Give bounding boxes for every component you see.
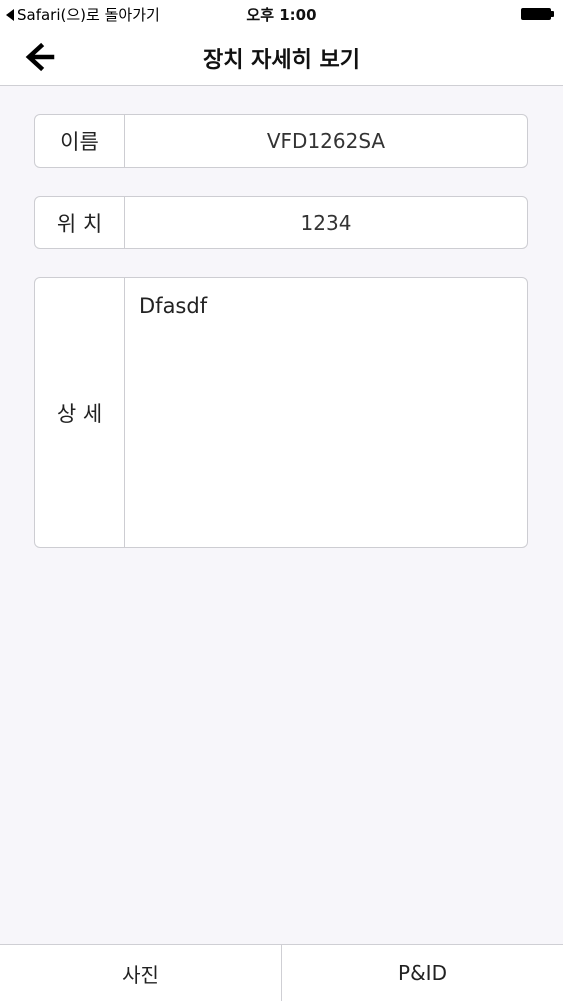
location-label: 위 치: [35, 197, 125, 248]
status-bar: Safari(으)로 돌아가기 오후 1:00: [0, 0, 563, 28]
detail-value[interactable]: Dfasdf: [125, 278, 527, 547]
name-field: 이름 VFD1262SA: [34, 114, 528, 168]
location-value[interactable]: 1234: [125, 197, 527, 248]
name-label: 이름: [35, 115, 125, 167]
tab-photo[interactable]: 사진: [0, 945, 281, 1001]
status-time: 오후 1:00: [246, 6, 317, 24]
location-field: 위 치 1234: [34, 196, 528, 249]
page-title: 장치 자세히 보기: [203, 48, 360, 73]
bottom-tab-bar: 사진 P&ID: [0, 944, 563, 1001]
battery-icon: [521, 8, 555, 20]
detail-field: 상 세 Dfasdf: [34, 277, 528, 548]
navigation-bar: 장치 자세히 보기: [0, 28, 563, 86]
tab-pid[interactable]: P&ID: [281, 945, 563, 1001]
detail-label: 상 세: [35, 278, 125, 547]
name-value[interactable]: VFD1262SA: [125, 115, 527, 167]
